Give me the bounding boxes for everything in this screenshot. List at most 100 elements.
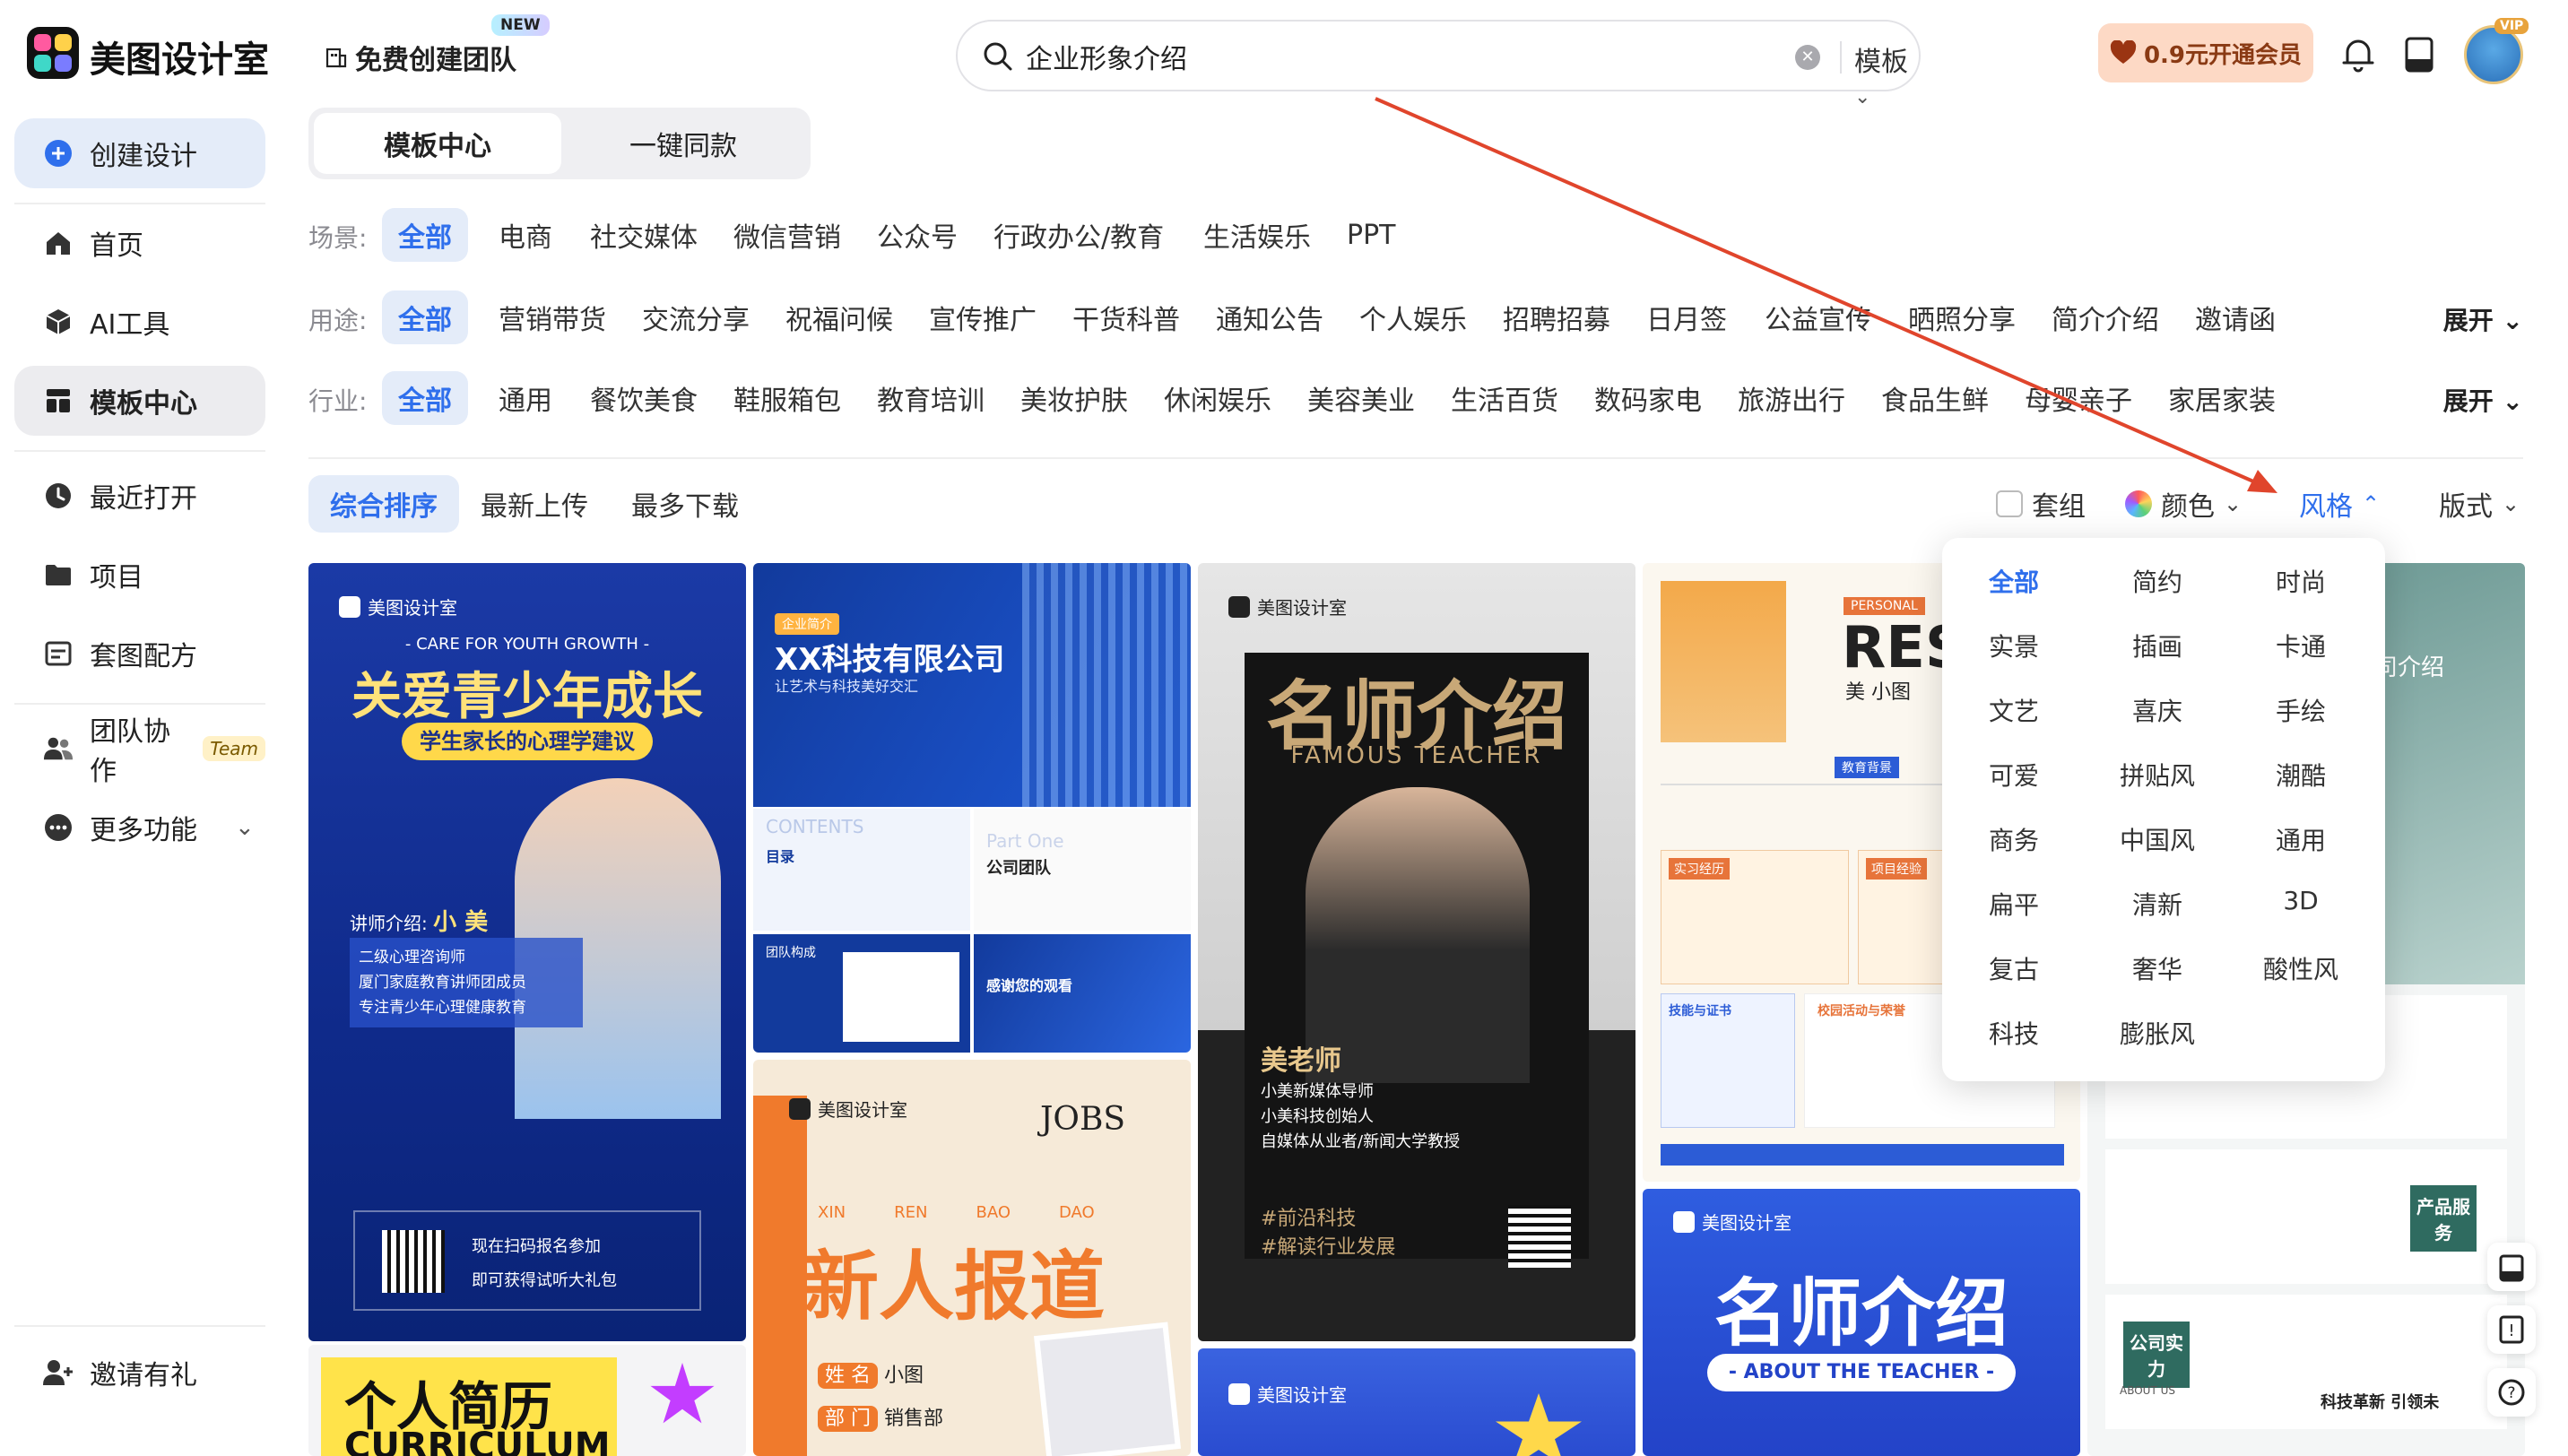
style-option[interactable]: 商务 (1951, 821, 2077, 857)
sidebar-item-recent[interactable]: 最近打开 (14, 461, 265, 531)
filter-chip[interactable]: 教育培训 (861, 371, 1001, 425)
tab-one-click-same[interactable]: 一键同款 (560, 113, 807, 174)
invite-reward-button[interactable]: 邀请有礼 (14, 1338, 265, 1408)
filter-chip[interactable]: 行政办公/教育 (977, 208, 1180, 262)
sidebar-item-home[interactable]: 首页 (14, 208, 265, 278)
create-design-button[interactable]: 创建设计 (14, 118, 265, 188)
layout-filter-select[interactable]: 版式 ⌄ (2439, 484, 2520, 524)
filter-chip[interactable]: 鞋服箱包 (717, 371, 857, 425)
vip-membership-button[interactable]: 0.9元开通会员 (2098, 23, 2313, 82)
filter-chip[interactable]: 交流分享 (626, 290, 766, 344)
sidebar-item-projects[interactable]: 项目 (14, 540, 265, 610)
template-card[interactable]: 美图设计室 - CARE FOR YOUTH GROWTH - 关爱青少年成长 … (308, 563, 746, 1341)
style-option[interactable]: 清新 (2095, 886, 2220, 922)
style-option[interactable]: 喜庆 (2095, 692, 2220, 728)
sort-newest[interactable]: 最新上传 (459, 475, 610, 533)
filter-chip[interactable]: PPT (1331, 208, 1412, 262)
filter-chip[interactable]: 营销带货 (482, 290, 622, 344)
filter-chip[interactable]: 日月签 (1630, 290, 1743, 344)
filter-chip[interactable]: 公益宣传 (1748, 290, 1888, 344)
filter-chip[interactable]: 休闲娱乐 (1148, 371, 1288, 425)
filter-chip[interactable]: 通知公告 (1200, 290, 1340, 344)
filter-chip[interactable]: 生活娱乐 (1187, 208, 1327, 262)
style-option[interactable]: 膨胀风 (2095, 1015, 2220, 1051)
template-card[interactable]: 美图设计室 JOBS XIN REN BAO DAO 新人报道 姓 名 小图 部… (753, 1060, 1191, 1456)
style-option[interactable]: 中国风 (2095, 821, 2220, 857)
style-option[interactable]: 3D (2238, 886, 2364, 915)
template-card[interactable]: 美图设计室 (1198, 1348, 1635, 1456)
create-team-button[interactable]: 免费创建团队 (325, 38, 516, 77)
clear-search-icon[interactable]: ✕ (1795, 45, 1820, 70)
filter-chip[interactable]: 干货科普 (1056, 290, 1196, 344)
style-filter-select[interactable]: 风格 ⌃ (2299, 484, 2380, 524)
set-checkbox[interactable] (1996, 490, 2023, 517)
expand-usage-button[interactable]: 展开 ⌄ (2443, 301, 2523, 337)
style-option[interactable]: 奢华 (2095, 950, 2220, 986)
filter-chip[interactable]: 全部 (382, 290, 468, 344)
filter-chip[interactable]: 食品生鲜 (1865, 371, 2005, 425)
feedback-tool-button[interactable]: ! (2487, 1305, 2536, 1354)
style-option[interactable]: 时尚 (2238, 563, 2364, 599)
filter-chip[interactable]: 家居家装 (2152, 371, 2292, 425)
filter-chip[interactable]: 简介介绍 (2035, 290, 2175, 344)
filter-chip[interactable]: 通用 (482, 371, 568, 425)
filter-chip[interactable]: 个人娱乐 (1343, 290, 1483, 344)
filter-chip[interactable]: 微信营销 (717, 208, 857, 262)
style-option[interactable]: 文艺 (1951, 692, 2077, 728)
style-option[interactable]: 拼贴风 (2095, 757, 2220, 793)
filter-chip[interactable]: 美容美业 (1291, 371, 1431, 425)
style-option[interactable]: 卡通 (2238, 628, 2364, 663)
filter-chip[interactable]: 祝福问候 (769, 290, 909, 344)
filter-chip[interactable]: 招聘招募 (1487, 290, 1627, 344)
search-scope-select[interactable]: 模板 ⌄ (1854, 39, 1919, 110)
filter-chip[interactable]: 电商 (482, 208, 568, 262)
style-option[interactable]: 扁平 (1951, 886, 2077, 922)
style-option[interactable]: 实景 (1951, 628, 2077, 663)
app-name[interactable]: 美图设计室 (90, 30, 269, 82)
style-option[interactable]: 科技 (1951, 1015, 2077, 1051)
filter-chip[interactable]: 宣传推广 (913, 290, 1053, 344)
clipboard-tool-button[interactable] (2487, 1243, 2536, 1291)
color-filter-select[interactable]: 颜色 ⌄ (2125, 484, 2242, 524)
style-option[interactable]: 通用 (2238, 821, 2364, 857)
style-option[interactable]: 酸性风 (2238, 950, 2364, 986)
style-option[interactable]: 复古 (1951, 950, 2077, 986)
style-option[interactable]: 插画 (2095, 628, 2220, 663)
sidebar-item-template-center[interactable]: 模板中心 (14, 366, 265, 436)
notification-bell-icon[interactable] (2340, 36, 2376, 74)
style-option[interactable]: 简约 (2095, 563, 2220, 599)
filter-chip[interactable]: 旅游出行 (1722, 371, 1861, 425)
style-option[interactable]: 潮酷 (2238, 757, 2364, 793)
expand-industry-button[interactable]: 展开 ⌄ (2443, 382, 2523, 418)
document-icon[interactable] (2403, 36, 2435, 74)
filter-chip[interactable]: 全部 (382, 208, 468, 262)
template-card[interactable]: 企业简介 XX科技有限公司 让艺术与科技美好交汇 CONTENTS 目录 Par… (753, 563, 1191, 1053)
filter-chip[interactable]: 晒照分享 (1892, 290, 2032, 344)
template-card[interactable]: 美图设计室 名师介绍 - ABOUT THE TEACHER - (1643, 1189, 2080, 1456)
filter-chip[interactable]: 餐饮美食 (574, 371, 714, 425)
filter-chip[interactable]: 数码家电 (1578, 371, 1718, 425)
style-option[interactable]: 全部 (1951, 563, 2077, 599)
template-card[interactable]: 美图设计室 名师介绍 FAMOUS TEACHER 美老师 小美新媒体导师 小美… (1198, 563, 1635, 1341)
set-filter-toggle[interactable]: 套组 (1996, 484, 2086, 524)
sidebar-item-recipes[interactable]: 套图配方 (14, 619, 265, 689)
search-icon[interactable] (981, 39, 1015, 74)
style-option[interactable]: 可爱 (1951, 757, 2077, 793)
sidebar-item-team[interactable]: 团队协作 Team (14, 714, 265, 787)
filter-chip[interactable]: 公众号 (861, 208, 974, 262)
search-input[interactable] (1026, 34, 1743, 79)
sidebar-item-ai-tools[interactable]: AI工具 (14, 287, 265, 357)
filter-chip[interactable]: 全部 (382, 371, 468, 425)
filter-chip[interactable]: 社交媒体 (574, 208, 714, 262)
sidebar-item-more[interactable]: 更多功能 ⌄ (14, 793, 265, 862)
sort-most-downloads[interactable]: 最多下载 (610, 475, 760, 533)
template-card[interactable]: 个人简历 CURRICULUM (308, 1345, 746, 1456)
filter-chip[interactable]: 母婴亲子 (2008, 371, 2148, 425)
style-option[interactable]: 手绘 (2238, 692, 2364, 728)
help-tool-button[interactable]: ? (2487, 1368, 2536, 1417)
filter-chip[interactable]: 生活百货 (1435, 371, 1575, 425)
filter-chip[interactable]: 邀请函 (2179, 290, 2292, 344)
sort-comprehensive[interactable]: 综合排序 (308, 475, 459, 533)
filter-chip[interactable]: 美妆护肤 (1004, 371, 1144, 425)
app-logo-icon[interactable] (27, 27, 79, 79)
